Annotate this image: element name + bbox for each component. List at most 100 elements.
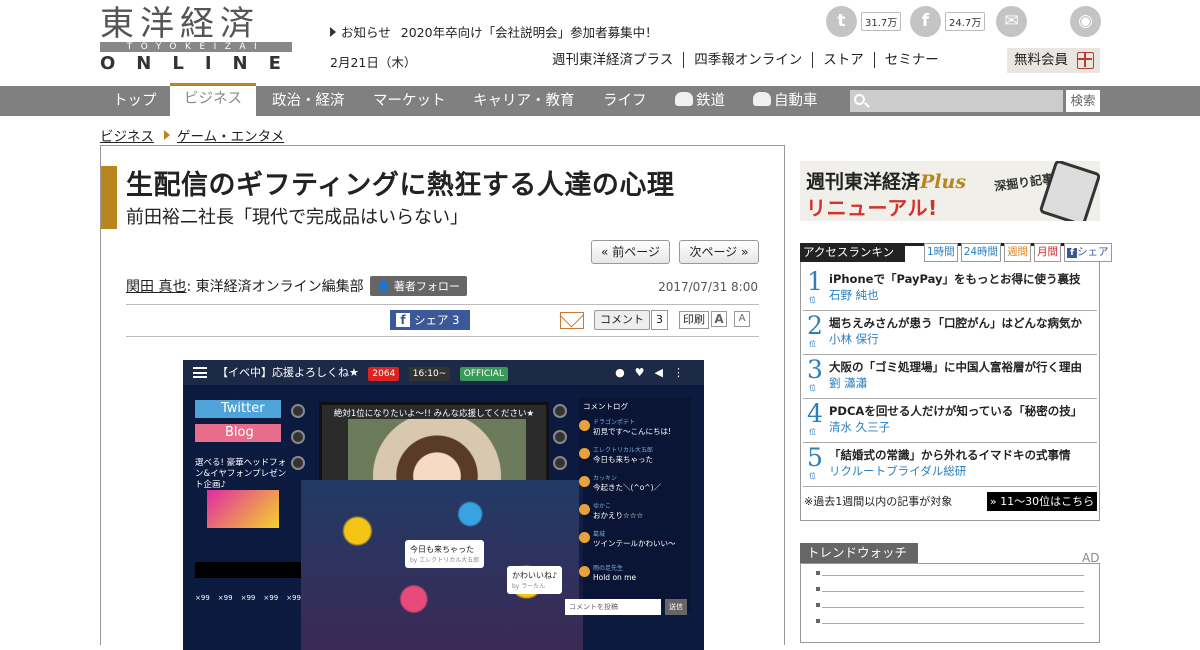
comment-user: ドラゴンポテト: [593, 419, 636, 426]
facebook-icon: f: [910, 6, 941, 37]
comment-log-item: ドラゴンポテト 初見です〜こんにちは!: [593, 418, 671, 436]
nav-top[interactable]: トップ: [113, 86, 157, 116]
ranking-item[interactable]: 3 位 大阪の「ゴミ処理場」に中国人富裕層が行く理由 劉 瀟瀟: [803, 355, 1097, 399]
article-subtitle: 前田裕二社長「現代で完成品はいらない」: [126, 207, 468, 228]
rss-link[interactable]: ◉: [1070, 6, 1101, 37]
ranking-tab-share[interactable]: f シェア: [1064, 243, 1112, 262]
trend-item[interactable]: [822, 575, 1084, 576]
trend-item[interactable]: [822, 591, 1084, 592]
comment-log-item: エレクトリカル大五郎 今日も来ちゃった: [593, 446, 653, 464]
author-name[interactable]: 関田 真也: [126, 276, 186, 296]
hero-blog: Blog: [195, 424, 281, 442]
follow-author-button[interactable]: 👤 著者フォロー: [369, 276, 467, 296]
rank-author[interactable]: 石野 純也: [829, 287, 879, 303]
ranking-item[interactable]: 2 位 堀ちえみさんが患う「口腔がん」はどんな病気か 小林 保行: [803, 311, 1097, 355]
comment-count: 3: [651, 310, 668, 330]
trend-item[interactable]: [822, 623, 1084, 624]
sub-nav-seminar[interactable]: セミナー: [873, 52, 949, 68]
comment-user: ゆかこ: [593, 503, 612, 510]
rank-title[interactable]: PDCAを回せる人だけが知っている「秘密の技」: [829, 403, 1082, 419]
rank-author[interactable]: 劉 瀟瀟: [829, 375, 867, 391]
author-line: 関田 真也 : 東洋経済オンライン編集部 👤 著者フォロー: [126, 276, 467, 296]
comment-log-panel: コメントログ ドラゴンポテト 初見です〜こんにちは! エレクトリカル大五郎 今日も来…: [579, 398, 691, 610]
messenger-link[interactable]: ✉: [996, 6, 1027, 37]
nav-business[interactable]: ビジネス: [170, 83, 256, 116]
nav-car[interactable]: 自動車: [753, 86, 818, 116]
banner-plus: Plus: [920, 171, 967, 193]
comment-button[interactable]: コメント: [594, 310, 650, 330]
twitter-follow[interactable]: t 31.7万: [826, 6, 902, 37]
twitter-count: 31.7万: [861, 12, 902, 31]
notice[interactable]: お知らせ 2020年卒向け「会社説明会」参加者募集中！: [330, 22, 658, 41]
ranking-item[interactable]: 1 位 iPhoneで「PayPay」をもっとお得に使う裏技 石野 純也: [803, 267, 1097, 311]
avatar: [579, 420, 590, 431]
search-button[interactable]: 検索: [1066, 90, 1100, 112]
rank-author[interactable]: リクルートブライダル総研: [829, 463, 966, 479]
comment-user: エレクトリカル大五郎: [593, 447, 654, 454]
item-count: ×99: [263, 594, 279, 602]
rank-suffix: 位: [809, 384, 816, 392]
ranking-item[interactable]: 4 位 PDCAを回せる人だけが知っている「秘密の技」 清水 久三子: [803, 399, 1097, 443]
twitter-icon: t: [826, 6, 857, 37]
rank-author[interactable]: 清水 久三子: [829, 419, 890, 435]
sub-nav-weekly-plus[interactable]: 週刊東洋経済プラス: [552, 52, 683, 68]
print-button[interactable]: 印刷: [679, 311, 709, 329]
logo-en: TOYOKEIZAI: [100, 42, 292, 52]
ranking-item[interactable]: 5 位 「結婚式の常識」から外れるイマドキの式事情 リクルートブライダル総研: [803, 443, 1097, 487]
breadcrumb-game-entertainment[interactable]: ゲーム・エンタメ: [177, 125, 284, 145]
bullet-icon: [816, 603, 820, 607]
rank-title[interactable]: 「結婚式の常識」から外れるイマドキの式事情: [829, 447, 1071, 463]
title-accent-bar: [101, 166, 117, 229]
facebook-follow[interactable]: f 24.7万: [910, 6, 986, 37]
notice-text[interactable]: 2020年卒向け「会社説明会」参加者募集中！: [401, 25, 658, 40]
next-page-button[interactable]: 次ページ »: [679, 240, 759, 264]
nav-politics-economy[interactable]: 政治・経済: [272, 86, 345, 116]
item-counts: ×99 ×99 ×99 ×99 ×99: [195, 594, 301, 602]
global-nav: トップ ビジネス 政治・経済 マーケット キャリア・教育 ライフ 鉄道 自動車 …: [0, 83, 1200, 116]
hero-toolbar-icons: ●♥◀⋮: [615, 366, 694, 379]
rank-title[interactable]: 堀ちえみさんが患う「口腔がん」はどんな病気か: [829, 315, 1082, 331]
hero-twitter: Twitter: [195, 400, 281, 418]
trend-item[interactable]: [822, 607, 1084, 608]
facebook-icon: f: [396, 313, 410, 327]
rank-suffix: 位: [809, 296, 816, 304]
breadcrumb: ビジネス ゲーム・エンタメ: [100, 125, 284, 145]
prev-page-button[interactable]: « 前ページ: [591, 240, 670, 264]
weekly-plus-banner[interactable]: 週刊東洋経済Plus リニューアル! 深掘り記事満載: [800, 161, 1100, 221]
nav-life[interactable]: ライフ: [603, 86, 647, 116]
comment-text: おかえり☆☆☆: [593, 511, 644, 520]
hamburger-menu-icon: [193, 367, 207, 378]
comment-log-item: カッキン 今起きた＼(^o^)／: [593, 474, 661, 492]
ranking-tab-24h[interactable]: 24時間: [960, 243, 1002, 262]
speaker-icon: [291, 456, 305, 470]
article-hero-image: 【イベ中】応援よろしくね★ 2064 16:10~ OFFICIAL ●♥◀⋮ …: [183, 360, 704, 650]
hero-bubble-by: by ラーたん: [512, 583, 546, 590]
ranking-tab-weekly[interactable]: 週間: [1004, 243, 1032, 262]
rank-author[interactable]: 小林 保行: [829, 331, 879, 347]
avatar: [579, 566, 590, 577]
site-logo[interactable]: 東洋経済 TOYOKEIZAI ONLINE: [100, 6, 292, 74]
avatar: [579, 532, 590, 543]
item-count: ×99: [195, 594, 210, 602]
search-input[interactable]: [850, 90, 1063, 112]
ranking-tab-monthly[interactable]: 月間: [1034, 243, 1062, 262]
font-small-button[interactable]: A: [734, 311, 750, 327]
hero-title: 【イベ中】応援よろしくね★: [217, 366, 359, 379]
nav-railway[interactable]: 鉄道: [675, 86, 725, 116]
nav-career-education[interactable]: キャリア・教育: [473, 86, 575, 116]
comment-user: 葛城: [593, 531, 606, 538]
rank-title[interactable]: 大阪の「ゴミ処理場」に中国人富裕層が行く理由: [829, 359, 1082, 375]
item-count: ×99: [240, 594, 256, 602]
nav-market[interactable]: マーケット: [373, 86, 446, 116]
facebook-count: 24.7万: [945, 12, 986, 31]
sub-nav-shikiho[interactable]: 四季報オンライン: [683, 52, 812, 68]
ranking-tab-1h[interactable]: 1時間: [924, 243, 958, 262]
rank-title[interactable]: iPhoneで「PayPay」をもっとお得に使う裏技: [829, 271, 1081, 287]
ranking-more-button[interactable]: » 11～30位はこちら: [987, 492, 1097, 511]
facebook-share-button[interactable]: f シェア 3: [390, 310, 470, 330]
font-large-button[interactable]: A: [711, 311, 727, 327]
sub-nav-store[interactable]: ストア: [812, 52, 874, 68]
mail-icon[interactable]: [560, 312, 584, 329]
free-member-button[interactable]: 無料会員: [1007, 48, 1100, 73]
breadcrumb-business[interactable]: ビジネス: [100, 125, 154, 145]
